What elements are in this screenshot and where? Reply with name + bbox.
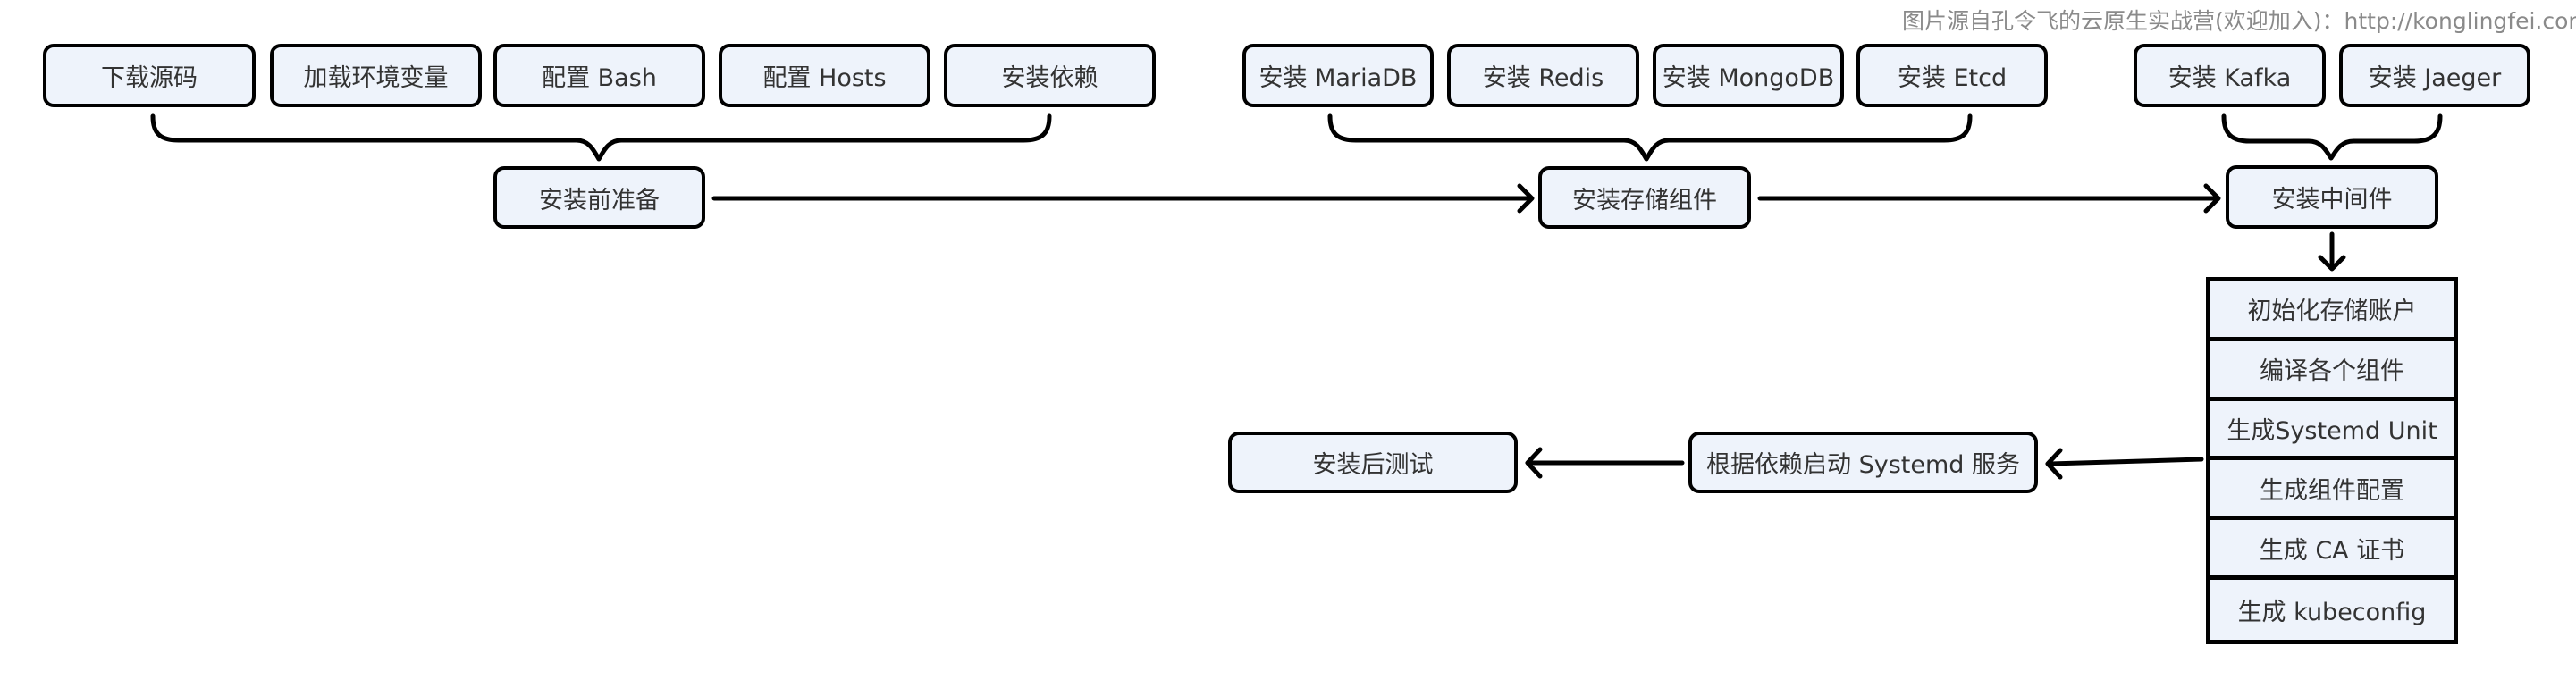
brace-storage	[1327, 113, 1973, 162]
storage-item-etcd[interactable]: 安装 Etcd	[1856, 44, 2048, 107]
prep-item-config-bash[interactable]: 配置 Bash	[493, 44, 705, 107]
storage-summary[interactable]: 安装存储组件	[1538, 166, 1751, 229]
step-generate-ca-cert[interactable]: 生成 CA 证书	[2210, 520, 2454, 580]
prep-summary[interactable]: 安装前准备	[493, 166, 705, 229]
step-compile-components[interactable]: 编译各个组件	[2210, 341, 2454, 401]
post-install-test[interactable]: 安装后测试	[1228, 432, 1518, 493]
step-init-storage-accounts[interactable]: 初始化存储账户	[2210, 281, 2454, 341]
storage-item-mongodb[interactable]: 安装 MongoDB	[1653, 44, 1844, 107]
middleware-summary[interactable]: 安装中间件	[2226, 165, 2438, 229]
prep-item-load-env[interactable]: 加载环境变量	[270, 44, 482, 107]
start-systemd-services[interactable]: 根据依赖启动 Systemd 服务	[1688, 432, 2038, 493]
prep-item-download-source[interactable]: 下载源码	[43, 44, 256, 107]
step-generate-component-config[interactable]: 生成组件配置	[2210, 460, 2454, 521]
prep-item-install-deps[interactable]: 安装依赖	[944, 44, 1156, 107]
prep-item-config-hosts[interactable]: 配置 Hosts	[719, 44, 930, 107]
step-generate-kubeconfig[interactable]: 生成 kubeconfig	[2210, 580, 2454, 640]
brace-middleware	[2221, 113, 2443, 161]
storage-item-mariadb[interactable]: 安装 MariaDB	[1242, 44, 1434, 107]
build-steps-stack: 初始化存储账户 编译各个组件 生成Systemd Unit 生成组件配置 生成 …	[2206, 277, 2458, 644]
step-generate-systemd-unit[interactable]: 生成Systemd Unit	[2210, 401, 2454, 461]
brace-prep	[150, 113, 1052, 162]
middleware-item-kafka[interactable]: 安装 Kafka	[2134, 44, 2326, 107]
middleware-item-jaeger[interactable]: 安装 Jaeger	[2339, 44, 2530, 107]
storage-item-redis[interactable]: 安装 Redis	[1447, 44, 1639, 107]
arrow-steps-to-start	[2048, 457, 2204, 466]
